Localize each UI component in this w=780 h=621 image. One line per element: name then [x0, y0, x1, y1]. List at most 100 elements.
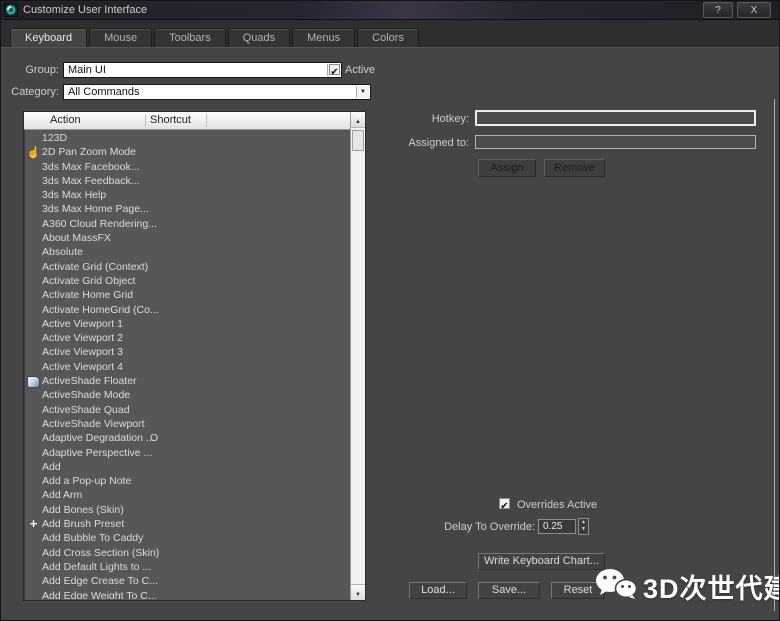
- write-keyboard-chart-button[interactable]: Write Keyboard Chart...: [478, 553, 605, 570]
- action-list-rows: 123D2D Pan Zoom Mode3ds Max Facebook...3…: [24, 131, 350, 599]
- shortcut-label: O: [150, 431, 158, 445]
- delay-spinner[interactable]: ▲ ▼: [578, 518, 589, 535]
- load-button[interactable]: Load...: [409, 582, 467, 599]
- list-item[interactable]: ActiveShade Floater: [24, 374, 350, 388]
- list-item[interactable]: Active Viewport 2: [24, 331, 350, 345]
- list-item[interactable]: Add Brush Preset: [24, 517, 350, 531]
- hotkey-label: Hotkey:: [381, 113, 469, 125]
- list-item[interactable]: Activate HomeGrid (Co...: [24, 303, 350, 317]
- hotkey-input[interactable]: [475, 110, 756, 126]
- scroll-up-arrow-icon[interactable]: [351, 112, 365, 128]
- list-item[interactable]: 3ds Max Facebook...: [24, 160, 350, 174]
- list-item[interactable]: Add Bones (Skin): [24, 503, 350, 517]
- tab-quads[interactable]: Quads: [228, 28, 290, 47]
- scrollbar-thumb[interactable]: [352, 130, 364, 151]
- list-item[interactable]: Active Viewport 4: [24, 360, 350, 374]
- list-item[interactable]: Add Bubble To Caddy: [24, 531, 350, 545]
- list-item[interactable]: Add Arm: [24, 488, 350, 502]
- list-item[interactable]: About MassFX: [24, 231, 350, 245]
- list-item[interactable]: Active Viewport 1: [24, 317, 350, 331]
- blank-icon: [26, 488, 41, 502]
- blank-icon: [26, 131, 41, 145]
- list-item[interactable]: Activate Home Grid: [24, 288, 350, 302]
- action-label: Adaptive Degradation ...: [42, 431, 155, 445]
- list-item[interactable]: ActiveShade Quad: [24, 403, 350, 417]
- blank-icon: [26, 317, 41, 331]
- blank-icon: [26, 260, 41, 274]
- activeshade-icon: [26, 376, 41, 386]
- list-item[interactable]: A360 Cloud Rendering...: [24, 217, 350, 231]
- customize-user-interface-dialog: Customize User Interface ? X KeyboardMou…: [0, 0, 780, 621]
- action-label: Adaptive Perspective ...: [42, 446, 152, 460]
- list-item[interactable]: 123D: [24, 131, 350, 145]
- delay-to-override-input[interactable]: 0.25: [538, 519, 576, 534]
- blank-icon: [26, 160, 41, 174]
- list-item[interactable]: Add: [24, 460, 350, 474]
- list-item[interactable]: 3ds Max Home Page...: [24, 202, 350, 216]
- window-title: Customize User Interface: [23, 4, 147, 16]
- chevron-down-icon[interactable]: [356, 86, 369, 98]
- list-item[interactable]: Adaptive Perspective ...: [24, 446, 350, 460]
- action-label: Absolute: [42, 245, 83, 259]
- action-label: Add Arm: [42, 488, 82, 502]
- spinner-up-icon[interactable]: ▲: [579, 519, 588, 526]
- tab-bar: KeyboardMouseToolbarsQuadsMenusColors: [10, 28, 419, 47]
- group-label: Group:: [9, 64, 59, 76]
- plus-icon: [26, 517, 41, 531]
- list-item[interactable]: Adaptive Degradation ...O: [24, 431, 350, 445]
- assign-button[interactable]: Assign: [478, 159, 536, 177]
- delay-to-override-label: Delay To Override:: [421, 521, 535, 533]
- list-item[interactable]: Add Edge Weight To C...: [24, 589, 350, 600]
- list-item[interactable]: Activate Grid Object: [24, 274, 350, 288]
- list-item[interactable]: Absolute: [24, 245, 350, 259]
- action-label: Add Edge Weight To C...: [42, 589, 157, 600]
- list-item[interactable]: 3ds Max Feedback...: [24, 174, 350, 188]
- close-button[interactable]: X: [737, 2, 771, 18]
- list-item[interactable]: 3ds Max Help: [24, 188, 350, 202]
- list-item[interactable]: Add a Pop-up Note: [24, 474, 350, 488]
- overrides-active-label: Overrides Active: [517, 499, 597, 511]
- blank-icon: [26, 331, 41, 345]
- tab-toolbars[interactable]: Toolbars: [154, 28, 226, 47]
- list-item[interactable]: Add Cross Section (Skin): [24, 546, 350, 560]
- tab-mouse[interactable]: Mouse: [89, 28, 152, 47]
- action-label: ActiveShade Viewport: [42, 417, 145, 431]
- column-header-shortcut[interactable]: Shortcut: [150, 114, 191, 126]
- action-label: Add Brush Preset: [42, 517, 124, 531]
- action-label: 123D: [42, 131, 67, 145]
- help-button[interactable]: ?: [703, 2, 733, 18]
- action-label: ActiveShade Mode: [42, 388, 130, 402]
- tab-keyboard[interactable]: Keyboard: [10, 28, 87, 47]
- overrides-active-checkbox[interactable]: [499, 498, 510, 509]
- list-item[interactable]: Add Default Lights to ...: [24, 560, 350, 574]
- list-item[interactable]: Add Edge Crease To C...: [24, 574, 350, 588]
- list-item[interactable]: ActiveShade Viewport: [24, 417, 350, 431]
- blank-icon: [26, 431, 41, 445]
- blank-icon: [26, 474, 41, 488]
- action-label: Active Viewport 1: [42, 317, 123, 331]
- list-item[interactable]: Activate Grid (Context): [24, 260, 350, 274]
- active-checkbox[interactable]: [329, 64, 340, 75]
- spinner-down-icon[interactable]: ▼: [579, 526, 588, 533]
- category-dropdown[interactable]: All Commands: [63, 84, 371, 100]
- tab-colors[interactable]: Colors: [357, 28, 419, 47]
- column-header-action[interactable]: Action: [50, 114, 81, 126]
- action-label: Add Default Lights to ...: [42, 560, 151, 574]
- title-bar[interactable]: Customize User Interface ? X: [1, 1, 779, 20]
- save-button[interactable]: Save...: [478, 582, 540, 599]
- list-item[interactable]: Active Viewport 3: [24, 345, 350, 359]
- tab-menus[interactable]: Menus: [292, 28, 355, 47]
- remove-button[interactable]: Remove: [544, 159, 605, 177]
- 3ds-max-logo-icon: [4, 3, 18, 17]
- list-item[interactable]: ActiveShade Mode: [24, 388, 350, 402]
- blank-icon: [26, 460, 41, 474]
- list-item[interactable]: 2D Pan Zoom Mode: [24, 145, 350, 159]
- blank-icon: [26, 217, 41, 231]
- group-dropdown[interactable]: Main UI: [63, 62, 342, 78]
- action-label: Add Bubble To Caddy: [42, 531, 143, 545]
- action-label: A360 Cloud Rendering...: [42, 217, 157, 231]
- vertical-scrollbar[interactable]: [350, 112, 365, 600]
- action-list-header[interactable]: Action Shortcut: [24, 112, 350, 130]
- blank-icon: [26, 503, 41, 517]
- scroll-down-arrow-icon[interactable]: [351, 584, 365, 600]
